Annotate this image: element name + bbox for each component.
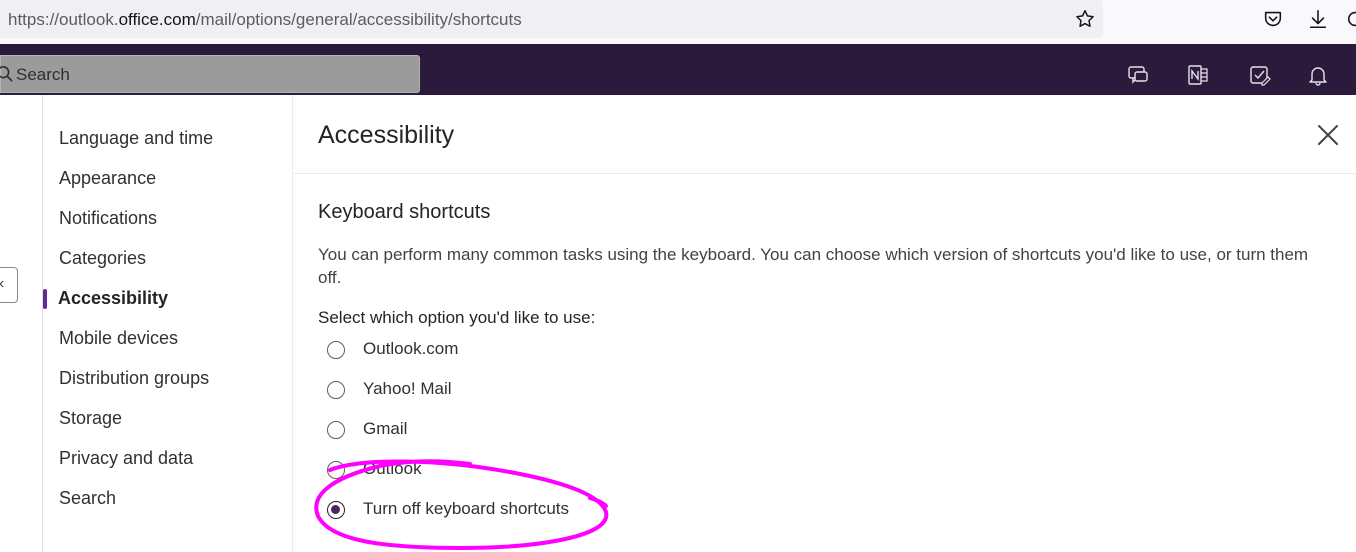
header-divider (293, 173, 1356, 174)
search-box[interactable]: Search (0, 55, 420, 93)
radio-label[interactable]: Gmail (363, 419, 407, 439)
radio-circle[interactable] (327, 421, 345, 439)
menu-edge-icon[interactable] (1346, 8, 1356, 30)
page-title: Accessibility (318, 121, 455, 149)
pocket-icon[interactable] (1262, 8, 1284, 30)
settings-nav: Language and time Appearance Notificatio… (43, 95, 293, 552)
nav-item-distribution-groups[interactable]: Distribution groups (59, 368, 209, 389)
radio-circle[interactable] (327, 461, 345, 479)
radio-circle[interactable] (327, 341, 345, 359)
nav-item-mobile-devices[interactable]: Mobile devices (59, 328, 178, 349)
settings-panel: Accessibility Keyboard shortcuts You can… (293, 95, 1356, 552)
left-rail: ‹ (0, 95, 43, 552)
collapse-icon: ‹ (0, 275, 4, 293)
nav-item-language-and-time[interactable]: Language and time (59, 128, 213, 149)
active-indicator (43, 289, 47, 309)
radio-circle-selected[interactable] (327, 501, 345, 519)
browser-toolbar: https://outlook.office.com/mail/options/… (0, 0, 1356, 44)
url-text[interactable]: https://outlook.office.com/mail/options/… (8, 10, 522, 30)
onenote-icon[interactable] (1186, 63, 1210, 87)
url-domain: office.com (118, 10, 196, 29)
url-prefix: https://outlook. (8, 10, 119, 29)
app-header: Search (0, 44, 1356, 95)
radio-label[interactable]: Outlook (363, 459, 422, 479)
star-icon[interactable] (1074, 8, 1096, 30)
collapse-button[interactable]: ‹ (0, 267, 18, 303)
chat-icon[interactable] (1126, 63, 1150, 87)
nav-item-search[interactable]: Search (59, 488, 116, 509)
bell-icon[interactable] (1306, 63, 1330, 87)
url-path: /mail/options/general/accessibility/shor… (195, 10, 522, 29)
nav-item-storage[interactable]: Storage (59, 408, 122, 429)
search-placeholder: Search (16, 65, 70, 84)
todo-icon[interactable] (1248, 63, 1272, 87)
close-icon[interactable] (1315, 122, 1341, 148)
nav-item-appearance[interactable]: Appearance (59, 168, 156, 189)
section-title: Keyboard shortcuts (318, 201, 491, 223)
radio-label[interactable]: Turn off keyboard shortcuts (363, 499, 569, 519)
search-icon (0, 65, 13, 82)
nav-item-accessibility[interactable]: Accessibility (58, 288, 168, 309)
download-icon[interactable] (1307, 8, 1329, 30)
radio-label[interactable]: Outlook.com (363, 339, 458, 359)
radio-circle[interactable] (327, 381, 345, 399)
address-bar[interactable]: https://outlook.office.com/mail/options/… (0, 0, 1103, 38)
section-description: You can perform many common tasks using … (318, 245, 1309, 287)
nav-item-categories[interactable]: Categories (59, 248, 146, 269)
nav-item-notifications[interactable]: Notifications (59, 208, 157, 229)
options-label: Select which option you'd like to use: (318, 308, 596, 327)
nav-item-privacy-and-data[interactable]: Privacy and data (59, 448, 193, 469)
radio-label[interactable]: Yahoo! Mail (363, 379, 452, 399)
